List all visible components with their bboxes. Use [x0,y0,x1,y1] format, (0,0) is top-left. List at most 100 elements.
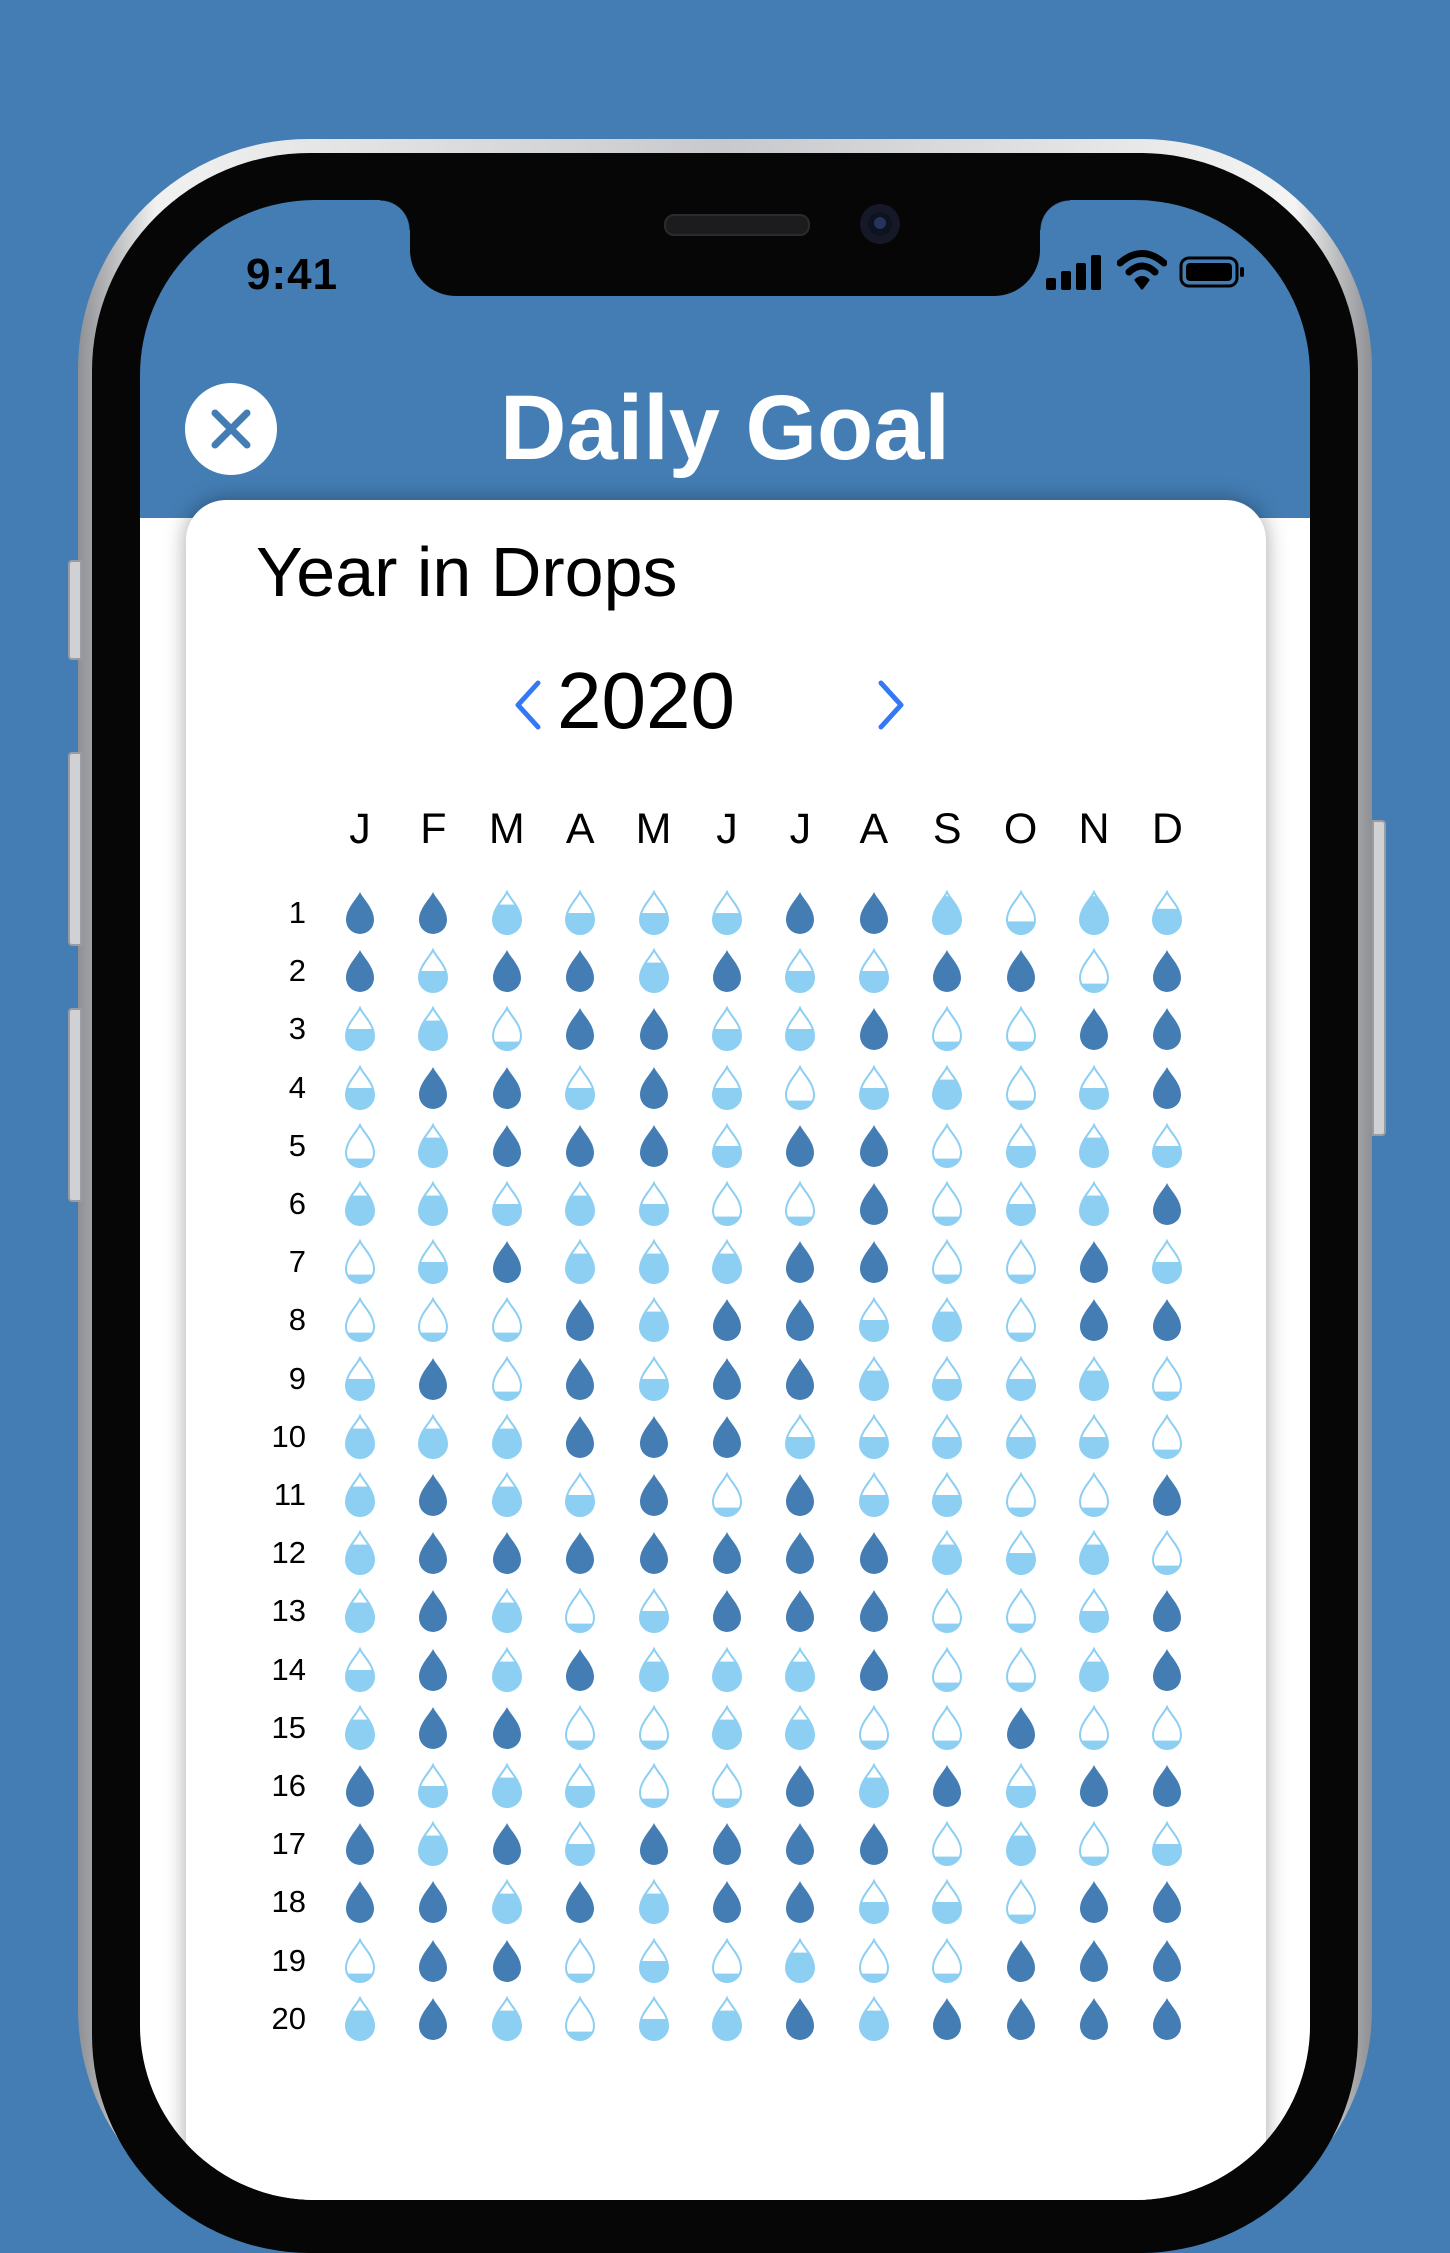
drop-icon[interactable] [780,1123,820,1169]
drop-icon[interactable] [1147,890,1187,936]
drop-icon[interactable] [487,948,527,994]
drop-icon[interactable] [340,1181,380,1227]
drop-icon[interactable] [413,1356,453,1402]
drop-icon[interactable] [340,1821,380,1867]
drop-icon[interactable] [1074,1181,1114,1227]
drop-icon[interactable] [413,1181,453,1227]
drop-icon[interactable] [413,1647,453,1693]
drop-icon[interactable] [487,1646,527,1693]
drop-icon[interactable] [413,1705,453,1751]
drop-icon[interactable] [780,1937,820,1984]
drop-icon[interactable] [1001,1239,1041,1285]
drop-icon[interactable] [1074,948,1114,994]
drop-icon[interactable] [707,1879,747,1925]
drop-icon[interactable] [854,1123,894,1169]
drop-icon[interactable] [413,1588,453,1634]
drop-icon[interactable] [560,1821,600,1867]
drop-icon[interactable] [634,1937,674,1984]
drop-icon[interactable] [1074,1413,1114,1460]
drop-icon[interactable] [1074,1821,1114,1867]
drop-icon[interactable] [780,948,820,994]
drop-icon[interactable] [413,948,453,994]
drop-icon[interactable] [487,1413,527,1460]
drop-icon[interactable] [1147,1065,1187,1111]
drop-icon[interactable] [340,1646,380,1693]
drop-icon[interactable] [854,1879,894,1925]
drop-icon[interactable] [1147,1122,1187,1169]
drop-icon[interactable] [634,1704,674,1751]
drop-icon[interactable] [560,1181,600,1227]
drop-icon[interactable] [780,1879,820,1925]
drop-icon[interactable] [487,1530,527,1576]
drop-icon[interactable] [854,1530,894,1576]
drop-icon[interactable] [634,948,674,994]
drop-icon[interactable] [634,1530,674,1576]
drop-icon[interactable] [1147,1297,1187,1343]
drop-icon[interactable] [560,1937,600,1984]
drop-icon[interactable] [634,1821,674,1867]
drop-icon[interactable] [780,1239,820,1285]
drop-icon[interactable] [1147,1938,1187,1984]
drop-icon[interactable] [1147,1588,1187,1634]
drop-icon[interactable] [634,1355,674,1402]
drop-icon[interactable] [634,1414,674,1460]
drop-icon[interactable] [780,1704,820,1751]
drop-icon[interactable] [854,1588,894,1634]
drop-icon[interactable] [854,1006,894,1052]
drop-icon[interactable] [1001,1181,1041,1227]
drop-icon[interactable] [854,1239,894,1285]
drop-icon[interactable] [413,1763,453,1809]
drop-icon[interactable] [707,1297,747,1343]
drop-icon[interactable] [780,1821,820,1867]
drop-icon[interactable] [1147,1413,1187,1460]
drop-icon[interactable] [487,1181,527,1227]
drop-icon[interactable] [927,1530,967,1576]
drop-icon[interactable] [340,1879,380,1925]
drop-icon[interactable] [340,1355,380,1402]
drop-icon[interactable] [634,890,674,936]
drop-icon[interactable] [560,1704,600,1751]
drop-icon[interactable] [487,1763,527,1809]
drop-icon[interactable] [707,1588,747,1634]
drop-icon[interactable] [560,1356,600,1402]
drop-icon[interactable] [487,1705,527,1751]
drop-icon[interactable] [707,1006,747,1052]
drop-icon[interactable] [413,1297,453,1343]
drop-icon[interactable] [560,1588,600,1634]
drop-icon[interactable] [340,948,380,994]
drop-icon[interactable] [413,1472,453,1518]
drop-icon[interactable] [854,1064,894,1111]
drop-icon[interactable] [1074,1938,1114,1984]
drop-icon[interactable] [487,1472,527,1518]
drop-icon[interactable] [1001,1006,1041,1052]
drop-icon[interactable] [1074,1763,1114,1809]
drop-icon[interactable] [1147,1472,1187,1518]
drop-icon[interactable] [560,1763,600,1809]
drop-icon[interactable] [1074,1297,1114,1343]
drop-icon[interactable] [1001,1064,1041,1111]
drop-icon[interactable] [560,1123,600,1169]
drop-icon[interactable] [1147,1763,1187,1809]
drop-icon[interactable] [854,890,894,936]
drop-icon[interactable] [707,1356,747,1402]
drop-icon[interactable] [634,1297,674,1343]
drop-icon[interactable] [634,1879,674,1925]
drop-icon[interactable] [707,1181,747,1227]
drop-icon[interactable] [854,1763,894,1809]
drop-icon[interactable] [1147,1181,1187,1227]
drop-icon[interactable] [927,1704,967,1751]
drop-icon[interactable] [560,1647,600,1693]
drop-icon[interactable] [780,1356,820,1402]
drop-icon[interactable] [1147,948,1187,994]
drop-icon[interactable] [1147,1006,1187,1052]
drop-icon[interactable] [634,1006,674,1052]
drop-icon[interactable] [780,1064,820,1111]
drop-icon[interactable] [340,1239,380,1285]
drop-icon[interactable] [927,1413,967,1460]
drop-icon[interactable] [707,1472,747,1518]
drop-icon[interactable] [1147,1879,1187,1925]
drop-icon[interactable] [1074,1588,1114,1634]
drop-icon[interactable] [487,1239,527,1285]
drop-icon[interactable] [340,1006,380,1052]
drop-icon[interactable] [1001,1413,1041,1460]
